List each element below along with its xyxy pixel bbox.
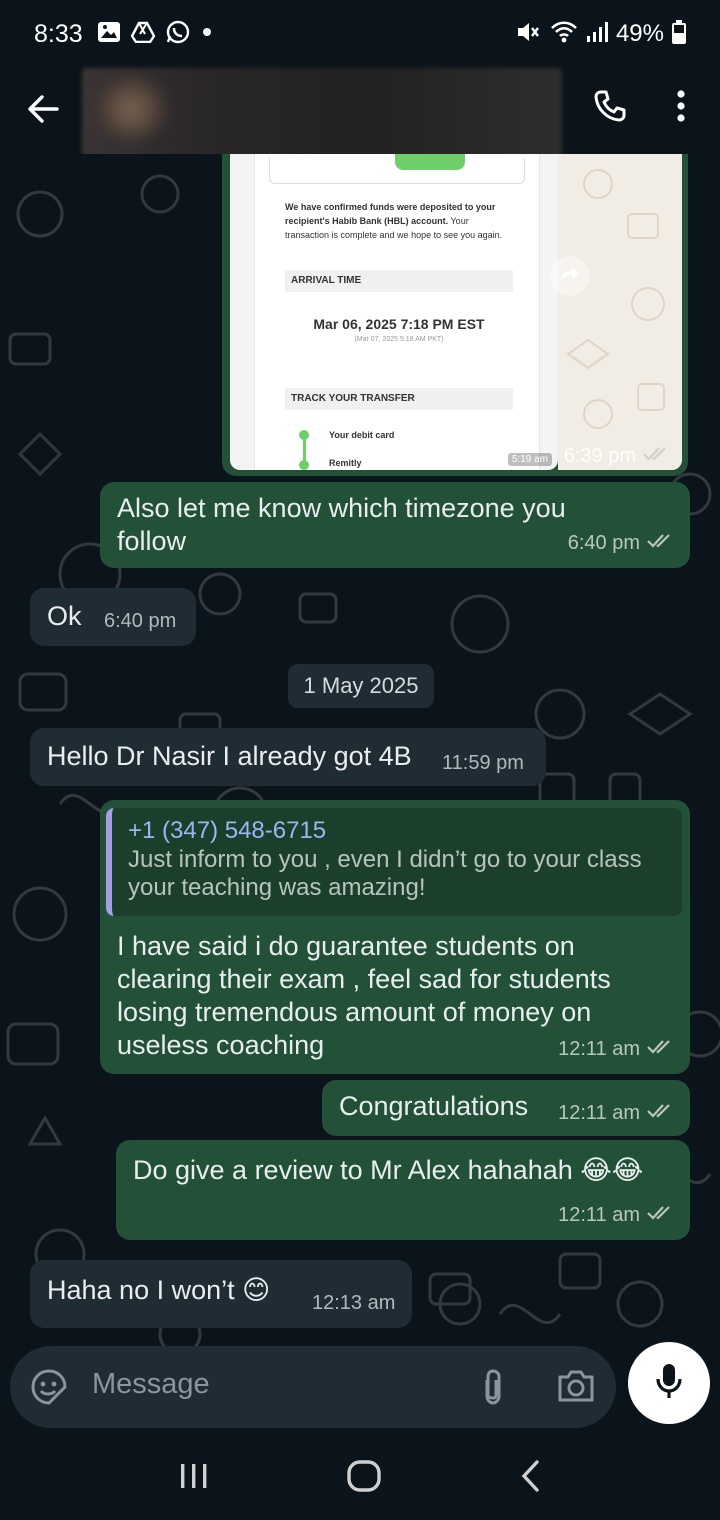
mic-icon bbox=[655, 1362, 683, 1405]
system-nav-bar bbox=[0, 1436, 720, 1520]
dot-icon bbox=[201, 25, 213, 43]
drive-icon bbox=[130, 21, 156, 48]
message-input[interactable]: Message bbox=[92, 1368, 210, 1401]
message-time: 12:11 am bbox=[558, 1102, 640, 1124]
message-text: Ok bbox=[47, 601, 82, 631]
message-text: Congratulations bbox=[339, 1091, 529, 1121]
message-text: Hello Dr Nasir I already got 4B bbox=[47, 741, 412, 771]
chat-area[interactable]: We have confirmed funds were deposited t… bbox=[0, 154, 720, 1350]
message-outgoing-reply[interactable]: +1 (347) 548-6715 Just inform to you , e… bbox=[100, 800, 690, 1074]
image-message[interactable]: We have confirmed funds were deposited t… bbox=[222, 154, 688, 476]
track-label: TRACK YOUR TRANSFER bbox=[285, 388, 513, 410]
battery-icon bbox=[672, 19, 686, 49]
read-ticks-icon bbox=[646, 527, 674, 560]
signal-icon bbox=[586, 20, 608, 49]
whatsapp-icon bbox=[165, 19, 191, 50]
paperclip-icon[interactable] bbox=[480, 1368, 506, 1411]
voice-record-button[interactable] bbox=[628, 1342, 710, 1424]
message-incoming[interactable]: Hello Dr Nasir I already got 4B 11:59 pm bbox=[30, 728, 546, 786]
message-time: 6:40 pm bbox=[104, 610, 177, 632]
track-step-1: Your debit card bbox=[329, 430, 395, 440]
voice-call-button[interactable] bbox=[580, 78, 640, 138]
gallery-icon bbox=[97, 21, 121, 48]
arrival-sub: (Mar 07, 2025 5:18 AM PKT) bbox=[354, 336, 444, 343]
quoted-text-line-2: your teaching was amazing! bbox=[128, 874, 426, 901]
message-time: 12:11 am bbox=[558, 1038, 640, 1060]
chat-header bbox=[0, 68, 720, 168]
message-text: Do give a review to Mr Alex hahahah 😂😂 bbox=[133, 1155, 644, 1185]
back-icon[interactable] bbox=[518, 1459, 542, 1498]
message-composer[interactable]: Message bbox=[10, 1346, 616, 1428]
message-time: 12:11 am bbox=[558, 1204, 640, 1226]
receipt-screenshot[interactable]: We have confirmed funds were deposited t… bbox=[230, 154, 558, 470]
message-text: Also let me know which timezone you foll… bbox=[117, 493, 566, 556]
more-options-button[interactable] bbox=[656, 78, 706, 138]
avatar bbox=[96, 78, 166, 140]
read-ticks-icon bbox=[646, 1199, 674, 1232]
wifi-icon bbox=[550, 20, 578, 49]
status-bar: 8:33 49% bbox=[0, 0, 720, 68]
read-ticks-icon bbox=[642, 445, 670, 468]
forward-icon bbox=[559, 265, 581, 288]
quoted-sender: +1 (347) 548-6715 bbox=[128, 817, 327, 844]
home-icon[interactable] bbox=[346, 1459, 382, 1498]
message-time: 12:13 am bbox=[312, 1292, 396, 1314]
more-vertical-icon bbox=[676, 89, 686, 127]
receipt-paragraph: We have confirmed funds were deposited t… bbox=[285, 202, 503, 240]
date-divider: 1 May 2025 bbox=[288, 664, 434, 708]
message-incoming[interactable]: Haha no I won’t 😊 12:13 am bbox=[30, 1260, 412, 1328]
read-ticks-icon bbox=[646, 1033, 674, 1066]
arrival-time: Mar 06, 2025 7:18 PM EST bbox=[313, 316, 485, 332]
battery-percent: 49% bbox=[615, 20, 664, 47]
track-dot bbox=[299, 460, 309, 470]
message-text: Haha no I won’t 😊 bbox=[47, 1275, 271, 1305]
contact-info-blurred[interactable] bbox=[82, 68, 562, 168]
arrival-label: ARRIVAL TIME bbox=[285, 270, 513, 292]
message-time: 11:59 pm bbox=[442, 752, 524, 774]
sticker-icon[interactable] bbox=[30, 1368, 68, 1411]
message-outgoing[interactable]: Also let me know which timezone you foll… bbox=[100, 482, 690, 568]
camera-icon[interactable] bbox=[556, 1368, 596, 1409]
quoted-message[interactable]: +1 (347) 548-6715 Just inform to you , e… bbox=[106, 808, 682, 916]
recent-apps-icon[interactable] bbox=[178, 1461, 210, 1496]
arrow-left-icon bbox=[27, 94, 59, 129]
message-outgoing[interactable]: Do give a review to Mr Alex hahahah 😂😂 1… bbox=[116, 1140, 690, 1240]
mute-icon bbox=[516, 20, 542, 49]
track-dot bbox=[299, 430, 309, 440]
status-time: 8:33 bbox=[34, 19, 83, 48]
back-button[interactable] bbox=[0, 68, 86, 154]
message-time: 6:40 pm bbox=[567, 532, 640, 554]
phone-icon bbox=[593, 89, 627, 128]
read-ticks-icon bbox=[646, 1097, 674, 1130]
message-incoming[interactable]: Ok 6:40 pm bbox=[30, 588, 196, 646]
message-outgoing[interactable]: Congratulations 12:11 am bbox=[322, 1080, 690, 1136]
message-time: 6:39 pm bbox=[563, 445, 636, 467]
track-step-2: Remitly bbox=[329, 458, 362, 468]
quoted-text-line-1: Just inform to you , even I didn’t go to… bbox=[128, 846, 642, 873]
forward-button[interactable] bbox=[550, 256, 590, 296]
screenshot-time: 5:19 am bbox=[507, 453, 552, 466]
